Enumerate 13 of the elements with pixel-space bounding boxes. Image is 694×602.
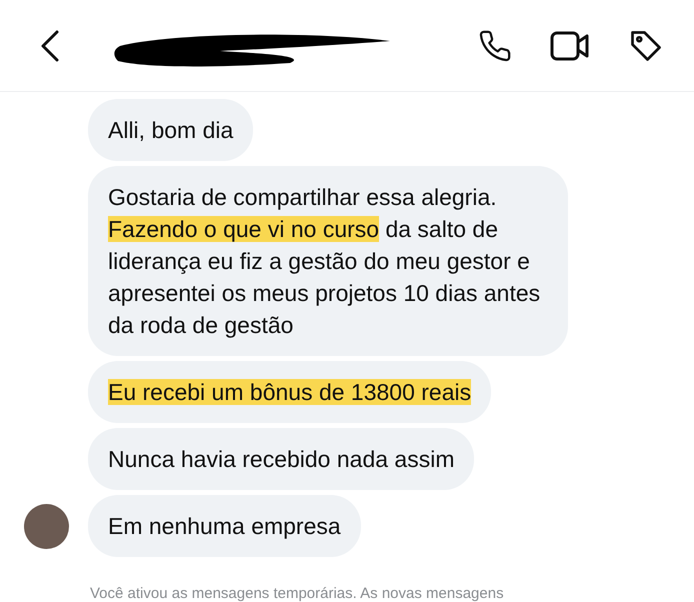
message-bubble: Eu recebi um bônus de 13800 reais (88, 361, 492, 423)
message-bubble: Alli, bom dia (88, 99, 254, 161)
notice-text: Você ativou as mensagens temporárias. As novas mensagens (89, 585, 505, 602)
message-bubble: Gostaria de compartilhar essa alegria. Fazendo o que vi no curso da salto de liderança eu fiz a gestão do meu gestor e apresentei os meus projetos 10 dias antes da roda de gestão (88, 166, 568, 356)
avatar[interactable] (24, 504, 69, 549)
back-icon (40, 30, 60, 62)
video-call-button[interactable] (550, 30, 590, 62)
video-camera-icon (550, 30, 590, 62)
phone-icon (478, 28, 512, 62)
message-bubble: Nunca havia recebido nada assim (88, 428, 474, 490)
call-button[interactable] (478, 28, 512, 62)
back-button[interactable] (40, 30, 60, 62)
message-bubble: Em nenhuma empresa (88, 495, 361, 557)
